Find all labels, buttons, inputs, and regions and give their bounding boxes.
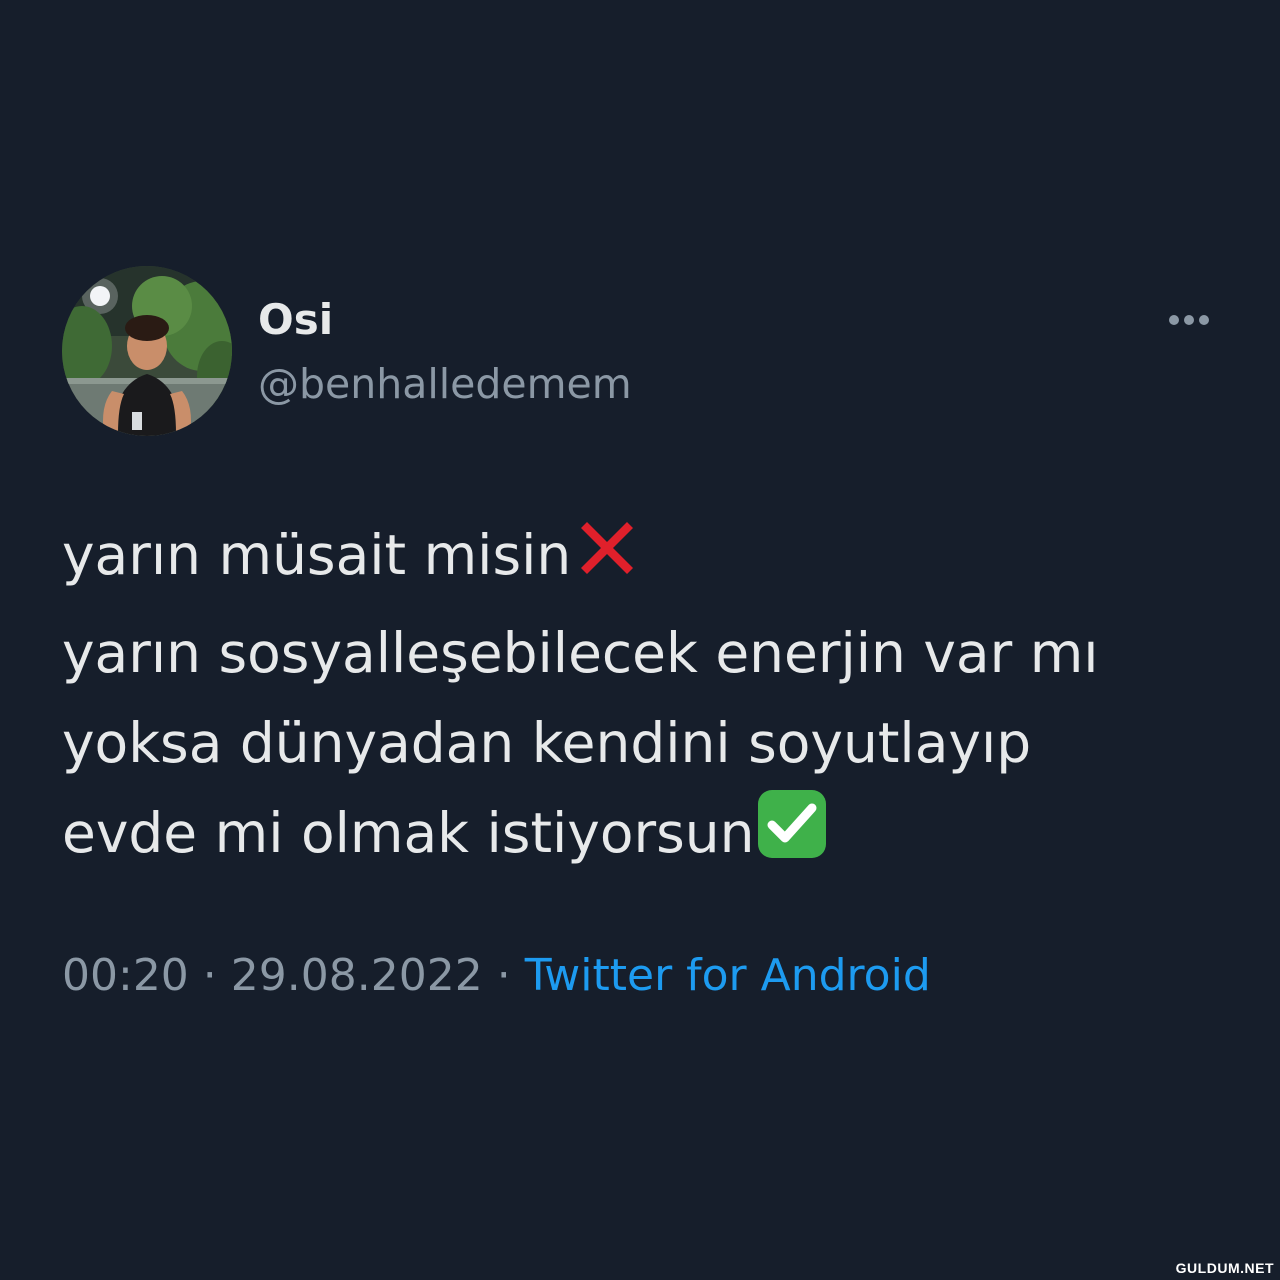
meta-separator: · bbox=[188, 950, 231, 1001]
tweet-line-2: yarın sosyalleşebilecek enerjin var mı bbox=[62, 608, 1232, 698]
tweet-line-text: yoksa dünyadan kendini soyutlayıp bbox=[62, 711, 1032, 775]
avatar-photo bbox=[62, 266, 232, 436]
more-options-button[interactable] bbox=[1160, 300, 1220, 340]
tweet-meta: 00:20 · 29.08.2022 · Twitter for Android bbox=[62, 946, 931, 1006]
tweet-line-4: evde mi olmak istiyorsun bbox=[62, 788, 1232, 886]
tweet-date[interactable]: 29.08.2022 bbox=[231, 950, 483, 1001]
author-handle[interactable]: @benhalledemem bbox=[258, 356, 632, 412]
cross-mark-icon bbox=[573, 514, 641, 608]
tweet-line-1: yarın müsait misin bbox=[62, 510, 1232, 608]
tweet-line-text: yarın sosyalleşebilecek enerjin var mı bbox=[62, 621, 1099, 685]
watermark: GULDUM.NET bbox=[1175, 1260, 1274, 1276]
tweet-source-link[interactable]: Twitter for Android bbox=[525, 950, 931, 1001]
tweet-line-text: evde mi olmak istiyorsun bbox=[62, 801, 755, 865]
meta-separator: · bbox=[482, 950, 525, 1001]
avatar[interactable] bbox=[62, 266, 232, 436]
tweet-time[interactable]: 00:20 bbox=[62, 950, 189, 1001]
check-mark-button-icon bbox=[756, 788, 828, 886]
tweet-line-text: yarın müsait misin bbox=[62, 523, 572, 587]
tweet-card: Osi @benhalledemem yarın müsait misin ya… bbox=[0, 0, 1280, 1280]
author-display-name[interactable]: Osi bbox=[258, 292, 333, 348]
tweet-line-3: yoksa dünyadan kendini soyutlayıp bbox=[62, 698, 1232, 788]
tweet-text: yarın müsait misin yarın sosyalleşebilec… bbox=[62, 510, 1232, 886]
more-horizontal-icon bbox=[1169, 315, 1209, 325]
